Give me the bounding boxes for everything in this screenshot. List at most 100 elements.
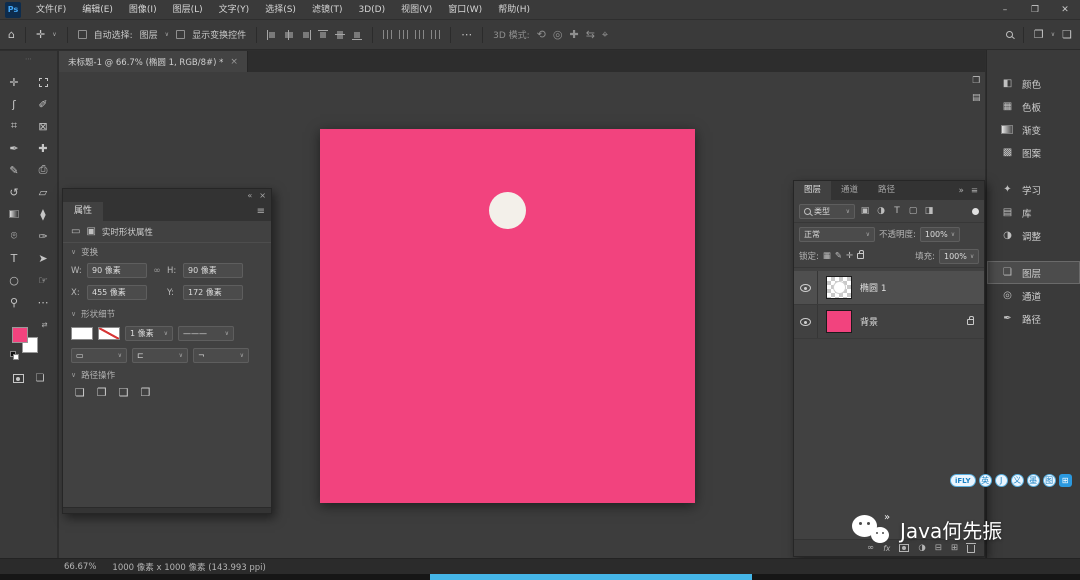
dock-item-channels[interactable]: ◎ 通道 (987, 284, 1080, 307)
lasso-tool[interactable]: ʃ (0, 93, 29, 115)
opacity-dropdown[interactable]: 100%∨ (920, 227, 960, 242)
auto-select-checkbox[interactable] (78, 30, 87, 39)
dock-item-swatches[interactable]: ▦ 色板 (987, 95, 1080, 118)
healing-brush-tool[interactable]: ✚ (29, 137, 58, 159)
y-input[interactable]: 172 像素 (183, 285, 243, 300)
intersect-shape-icon[interactable]: ❑ (119, 386, 129, 399)
menu-window[interactable]: 窗口(W) (440, 0, 490, 20)
visibility-cell[interactable] (794, 305, 818, 338)
show-transform-checkbox[interactable] (176, 30, 185, 39)
chevron-down-icon[interactable]: ∨ (165, 31, 169, 38)
menu-view[interactable]: 视图(V) (393, 0, 440, 20)
minimize-button[interactable]: – (990, 0, 1020, 20)
dock-item-adjustments[interactable]: ◑ 调整 (987, 224, 1080, 247)
type-tool[interactable]: T (0, 247, 29, 269)
menu-help[interactable]: 帮助(H) (490, 0, 538, 20)
menu-filter[interactable]: 滤镜(T) (304, 0, 351, 20)
tab-channels[interactable]: 通道 (831, 181, 868, 200)
distribute-icon[interactable] (399, 30, 408, 39)
visibility-cell[interactable] (794, 271, 818, 304)
foreground-color-swatch[interactable] (12, 327, 28, 343)
close-button[interactable]: ✕ (1050, 0, 1080, 20)
stroke-align-dropdown[interactable]: ▭∨ (71, 348, 127, 363)
marquee-tool[interactable] (29, 71, 58, 93)
align-top-icon[interactable] (318, 30, 328, 40)
distribute-icon[interactable] (431, 30, 440, 39)
quick-selection-tool[interactable]: ✐ (29, 93, 58, 115)
filter-pixel-layers-icon[interactable]: ▣ (859, 206, 871, 216)
collapse-panel-icon[interactable]: « (247, 191, 252, 200)
crop-tool[interactable]: ⌗ (0, 115, 29, 137)
hand-tool[interactable]: ☞ (29, 269, 58, 291)
transform-section-header[interactable]: ∨ 变换 (63, 243, 271, 260)
3d-zoom-icon[interactable]: ⌖ (602, 29, 608, 40)
document-info[interactable]: 1000 像素 x 1000 像素 (143.993 ppi) (112, 561, 265, 573)
fill-dropdown[interactable]: 100%∨ (939, 249, 979, 264)
zoom-level[interactable]: 66.67% (64, 562, 96, 572)
tab-layers[interactable]: 图层 (794, 181, 831, 200)
appearance-section-header[interactable]: ∨ 形状细节 (63, 305, 271, 322)
tab-properties[interactable]: 属性 (63, 202, 103, 221)
dock-item-gradients[interactable]: 渐变 (987, 118, 1080, 141)
filter-toggle[interactable] (972, 208, 979, 215)
stroke-type-dropdown[interactable]: ———∨ (178, 326, 234, 341)
dock-item-color[interactable]: ◧ 颜色 (987, 72, 1080, 95)
menu-type[interactable]: 文字(Y) (211, 0, 258, 20)
move-tool-preset-icon[interactable]: ✛ (36, 29, 45, 40)
stroke-cap-dropdown[interactable]: ⊏∨ (132, 348, 188, 363)
panel-menu-icon[interactable]: ≡ (257, 206, 271, 217)
shape-tool[interactable]: ○ (0, 269, 29, 291)
workspace-icon[interactable]: ❐ (1034, 29, 1044, 40)
3d-roll-icon[interactable]: ◎ (553, 29, 563, 40)
collapsed-panel-icon[interactable]: ▤ (972, 93, 981, 103)
auto-select-value[interactable]: 图层 (140, 28, 158, 41)
panel-resize-handle[interactable] (63, 507, 271, 513)
close-panel-icon[interactable]: × (259, 191, 266, 200)
layer-lock-icon[interactable] (967, 319, 974, 325)
toolbar-grip[interactable]: ⋯ (25, 55, 32, 63)
exclude-shape-icon[interactable]: ❒ (141, 386, 151, 399)
quick-mask-icon[interactable] (13, 374, 24, 383)
layer-thumbnail[interactable] (826, 276, 852, 299)
dock-item-patterns[interactable]: ▩ 图案 (987, 141, 1080, 164)
combine-shapes-icon[interactable]: ❏ (75, 386, 85, 399)
menu-image[interactable]: 图像(I) (121, 0, 165, 20)
pen-tool[interactable]: ✑ (29, 225, 58, 247)
eyedropper-tool[interactable]: ✒ (0, 137, 29, 159)
panel-menu-icon[interactable]: ≡ (971, 186, 978, 196)
filter-adjustment-layers-icon[interactable]: ◑ (875, 206, 887, 216)
stroke-color-swatch[interactable] (98, 327, 120, 340)
align-left-icon[interactable] (267, 30, 277, 40)
eraser-tool[interactable]: ▱ (29, 181, 58, 203)
align-right-icon[interactable] (301, 30, 311, 40)
restore-button[interactable]: ❐ (1020, 0, 1050, 20)
menu-3d[interactable]: 3D(D) (350, 0, 393, 20)
brush-tool[interactable]: ✎ (0, 159, 29, 181)
more-options-icon[interactable]: ⋯ (461, 29, 472, 40)
width-input[interactable]: 90 像素 (87, 263, 147, 278)
path-selection-tool[interactable]: ➤ (29, 247, 58, 269)
move-tool[interactable]: ✛ (0, 71, 29, 93)
lock-all-icon[interactable] (857, 253, 864, 259)
align-bottom-icon[interactable] (352, 30, 362, 40)
home-icon[interactable]: ⌂ (8, 29, 15, 40)
tab-paths[interactable]: 路径 (868, 181, 905, 200)
distribute-icon[interactable] (415, 30, 424, 39)
lock-position-icon[interactable]: ✛ (846, 251, 853, 261)
search-icon[interactable] (1006, 31, 1013, 38)
layer-row-background[interactable]: 背景 (794, 305, 984, 339)
swap-colors-icon[interactable]: ⇄ (42, 321, 48, 329)
document-tab[interactable]: 未标题-1 @ 66.7% (椭圆 1, RGB/8#) * × (59, 51, 248, 72)
filter-type-layers-icon[interactable]: T (891, 206, 903, 216)
lock-pixels-icon[interactable]: ✎ (835, 251, 842, 261)
stroke-corner-dropdown[interactable]: ¬∨ (193, 348, 249, 363)
gradient-tool[interactable] (0, 203, 29, 225)
dock-item-learn[interactable]: ✦ 学习 (987, 178, 1080, 201)
fill-color-swatch[interactable] (71, 327, 93, 340)
filter-shape-layers-icon[interactable]: ▢ (907, 206, 919, 216)
path-operations-section-header[interactable]: ∨ 路径操作 (63, 366, 271, 383)
expand-panel-icon[interactable]: » (959, 186, 964, 196)
height-input[interactable]: 90 像素 (183, 263, 243, 278)
subtract-shape-icon[interactable]: ❐ (97, 386, 107, 399)
blur-tool[interactable]: ⧫ (29, 203, 58, 225)
